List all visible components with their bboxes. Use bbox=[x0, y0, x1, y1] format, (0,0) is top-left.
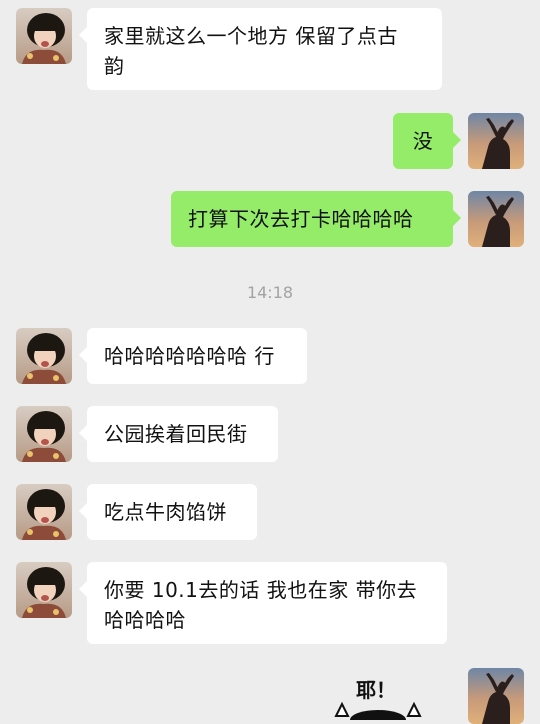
contact-avatar[interactable] bbox=[16, 8, 72, 64]
girl-avatar-icon bbox=[16, 8, 72, 64]
message-text: 打算下次去打卡哈哈哈哈 bbox=[188, 207, 414, 231]
silhouette-avatar-icon bbox=[468, 113, 524, 169]
girl-avatar-icon bbox=[16, 484, 72, 540]
contact-avatar[interactable] bbox=[16, 406, 72, 462]
message-bubble-incoming[interactable]: 你要 10.1去的话 我也在家 带你去 哈哈哈哈 bbox=[79, 562, 447, 644]
message-text: 没 bbox=[412, 129, 434, 153]
girl-avatar-icon bbox=[16, 562, 72, 618]
message-bubble-outgoing[interactable]: 没 bbox=[393, 113, 461, 169]
cat-sticker-icon bbox=[334, 701, 422, 720]
message-text-line: 哈哈哈哈 bbox=[104, 608, 186, 632]
message-text-line: 家里就这么一个地方 保留了点古 bbox=[104, 24, 398, 48]
my-avatar[interactable] bbox=[468, 191, 524, 247]
silhouette-avatar-icon bbox=[468, 191, 524, 247]
girl-avatar-icon bbox=[16, 406, 72, 462]
message-text-line: 你要 10.1去的话 我也在家 带你去 bbox=[104, 578, 418, 602]
message-bubble-outgoing[interactable]: 打算下次去打卡哈哈哈哈 bbox=[171, 191, 461, 247]
my-avatar[interactable] bbox=[468, 113, 524, 169]
sticker-message[interactable]: 耶！ bbox=[328, 672, 428, 720]
message-bubble-incoming[interactable]: 家里就这么一个地方 保留了点古 韵 bbox=[79, 8, 442, 90]
message-text: 公园挨着回民街 bbox=[104, 422, 248, 446]
contact-avatar[interactable] bbox=[16, 328, 72, 384]
message-text-line: 韵 bbox=[104, 54, 125, 78]
my-avatar[interactable] bbox=[468, 668, 524, 724]
message-bubble-incoming[interactable]: 哈哈哈哈哈哈哈 行 bbox=[79, 328, 307, 384]
silhouette-avatar-icon bbox=[468, 668, 524, 724]
girl-avatar-icon bbox=[16, 328, 72, 384]
message-text: 吃点牛肉馅饼 bbox=[104, 500, 227, 524]
message-bubble-incoming[interactable]: 吃点牛肉馅饼 bbox=[79, 484, 257, 540]
message-text: 哈哈哈哈哈哈哈 行 bbox=[104, 344, 275, 368]
contact-avatar[interactable] bbox=[16, 562, 72, 618]
message-bubble-incoming[interactable]: 公园挨着回民街 bbox=[79, 406, 278, 462]
chat-timestamp: 14:18 bbox=[246, 283, 294, 302]
contact-avatar[interactable] bbox=[16, 484, 72, 540]
